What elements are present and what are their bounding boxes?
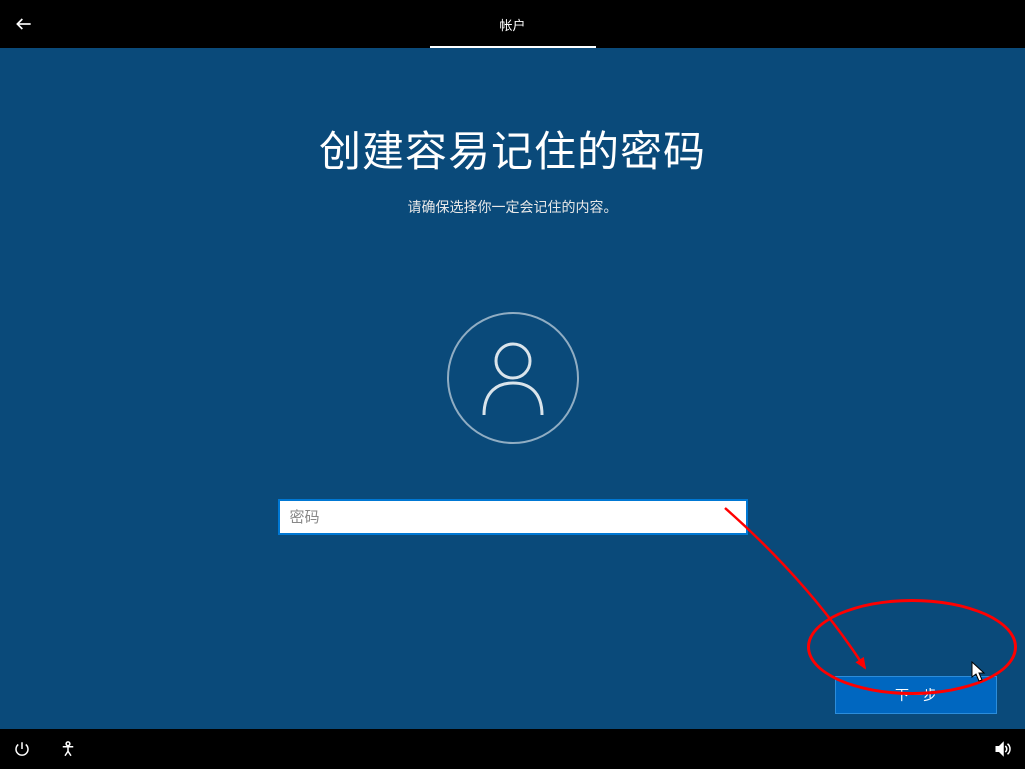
back-button[interactable] (0, 0, 48, 48)
tabs: 帐户 (429, 0, 595, 48)
volume-button[interactable] (991, 737, 1015, 761)
tab-account-label: 帐户 (499, 15, 525, 34)
tab-account[interactable]: 帐户 (429, 0, 595, 48)
power-button[interactable] (10, 737, 34, 761)
volume-icon (993, 740, 1013, 758)
user-avatar (447, 312, 579, 444)
page-subtitle: 请确保选择你一定会记住的内容。 (408, 197, 618, 217)
password-input[interactable] (278, 499, 748, 535)
user-icon (478, 339, 548, 417)
bottom-bar-right (991, 737, 1015, 761)
bottom-bar-left (10, 737, 80, 761)
back-arrow-icon (14, 14, 34, 34)
bottom-bar (0, 729, 1025, 769)
page-title: 创建容易记住的密码 (319, 118, 706, 179)
ease-of-access-icon (59, 740, 77, 758)
power-icon (13, 740, 31, 758)
top-bar: 帐户 (0, 0, 1025, 48)
next-button[interactable]: 下一步 (835, 676, 997, 714)
ease-of-access-button[interactable] (56, 737, 80, 761)
main-content: 创建容易记住的密码 请确保选择你一定会记住的内容。 下一步 (0, 48, 1025, 729)
next-button-label: 下一步 (895, 685, 937, 705)
